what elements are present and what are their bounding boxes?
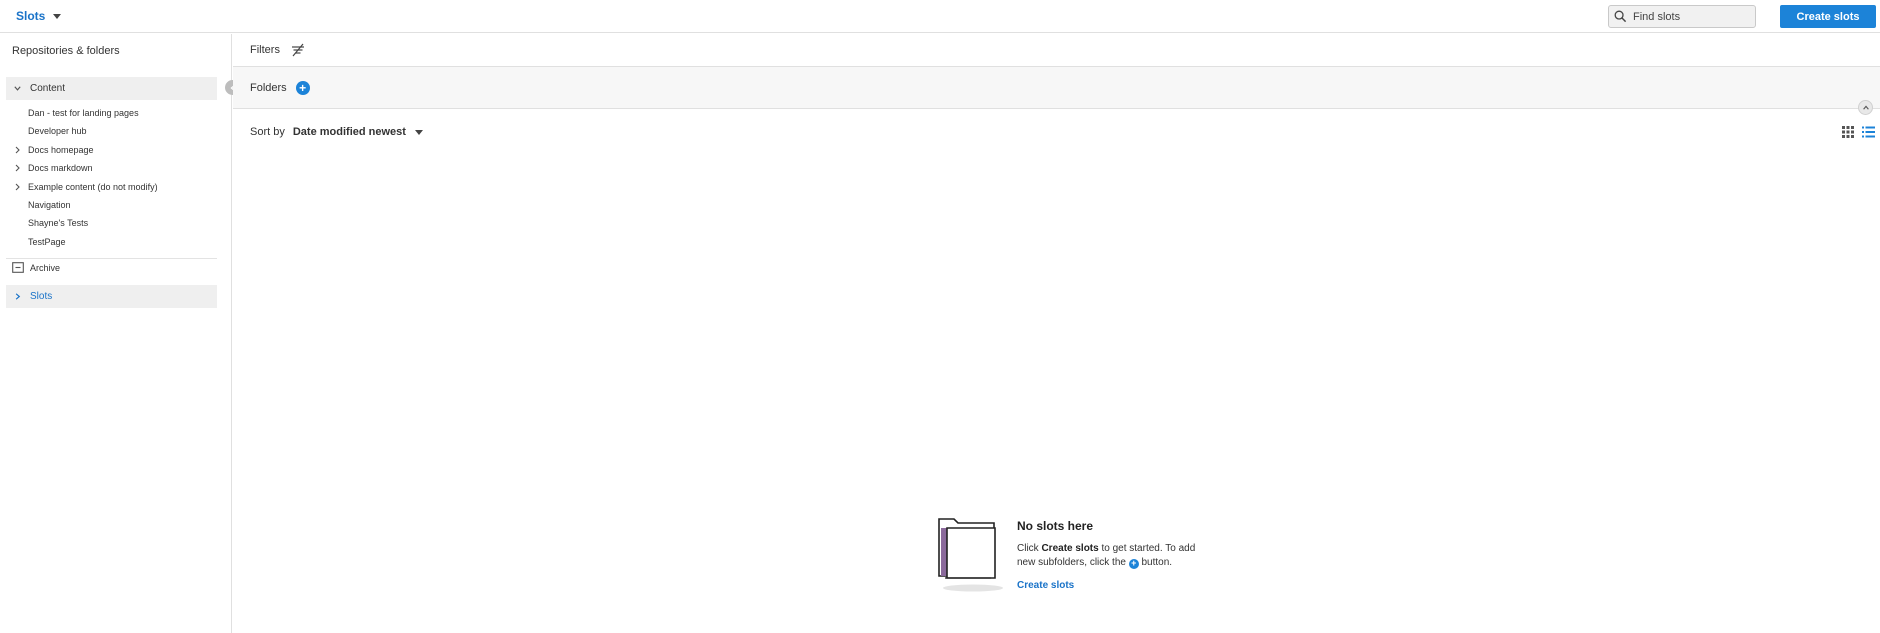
search-box[interactable]: [1608, 5, 1756, 28]
empty-state: No slots here Click Create slots to get …: [1017, 519, 1207, 591]
sidebar-tree-label: Dan - test for landing pages: [28, 108, 139, 118]
sidebar-item-slots[interactable]: Slots: [6, 285, 217, 308]
empty-desc-bold: Create slots: [1041, 543, 1099, 554]
sidebar-tree-item[interactable]: Docs homepage: [14, 142, 94, 158]
divider: [6, 258, 217, 259]
chevron-right-icon[interactable]: [14, 183, 28, 191]
chevron-up-icon: [1862, 105, 1869, 110]
create-slots-link[interactable]: Create slots: [1017, 580, 1074, 591]
filter-off-icon[interactable]: [290, 43, 306, 57]
sidebar-item-archive[interactable]: Archive: [12, 262, 60, 273]
search-input[interactable]: [1633, 10, 1743, 23]
app-name: Slots: [16, 9, 46, 23]
create-slots-button[interactable]: Create slots: [1780, 5, 1876, 28]
sidebar-item-label: Slots: [30, 291, 53, 302]
empty-state-title: No slots here: [1017, 519, 1094, 533]
sort-bar: Sort by Date modified newest: [250, 126, 423, 138]
filters-bar: Filters: [233, 34, 1880, 67]
sidebar-tree-label: Navigation: [28, 200, 71, 210]
sidebar-tree-label: Docs homepage: [28, 144, 94, 155]
sidebar-tree-item[interactable]: Dan - test for landing pages: [14, 105, 139, 121]
empty-desc-text: button.: [1138, 557, 1173, 568]
sidebar-tree-item[interactable]: Developer hub: [14, 123, 87, 139]
collapse-folders-button[interactable]: [1858, 100, 1873, 115]
sort-label: Sort by: [250, 126, 285, 138]
sidebar-title: Repositories & folders: [12, 45, 120, 57]
caret-down-icon: [414, 130, 423, 135]
sidebar-tree-label: TestPage: [28, 236, 66, 247]
sidebar-tree-item[interactable]: TestPage: [14, 234, 66, 250]
sidebar-item-label: Archive: [30, 262, 61, 273]
search-icon: [1614, 10, 1627, 23]
top-bar: Slots Create slots: [0, 0, 1880, 33]
archive-icon: [12, 262, 24, 273]
sidebar-item-content[interactable]: Content: [6, 77, 217, 100]
sidebar-item-label: Content: [30, 83, 66, 94]
add-folder-button[interactable]: +: [295, 80, 310, 95]
empty-folder-illustration: [938, 518, 1003, 592]
folders-bar: Folders +: [233, 67, 1880, 109]
sort-value: Date modified newest: [292, 126, 406, 138]
sidebar: Repositories & folders Content Dan - tes…: [0, 34, 232, 633]
chevron-right-icon[interactable]: [14, 164, 28, 172]
chevron-down-icon: [14, 86, 21, 91]
folders-label: Folders: [250, 81, 287, 94]
filters-label[interactable]: Filters: [250, 44, 280, 56]
list-view-icon[interactable]: [1862, 126, 1875, 138]
sidebar-tree-label: Example content (do not modify): [28, 181, 158, 192]
chevron-right-icon: [15, 293, 21, 300]
add-icon: +: [1128, 558, 1139, 569]
empty-state-description: Click Create slots to get started. To ad…: [1017, 542, 1207, 570]
empty-desc-text: Click: [1017, 543, 1042, 554]
sort-dropdown[interactable]: Date modified newest: [293, 126, 423, 138]
chevron-right-icon[interactable]: [14, 146, 28, 154]
sidebar-tree-item[interactable]: Shayne's Tests: [14, 215, 88, 231]
sidebar-tree-item[interactable]: Navigation: [14, 197, 71, 213]
sidebar-tree-label: Shayne's Tests: [28, 218, 89, 229]
sidebar-tree-label: Docs markdown: [28, 163, 93, 174]
sidebar-tree-label: Developer hub: [28, 126, 87, 137]
grid-view-icon[interactable]: [1842, 126, 1854, 138]
sidebar-tree-item[interactable]: Docs markdown: [14, 160, 93, 176]
caret-down-icon: [53, 14, 62, 19]
app-switcher[interactable]: Slots: [16, 9, 62, 23]
sidebar-tree-item[interactable]: Example content (do not modify): [14, 179, 158, 195]
